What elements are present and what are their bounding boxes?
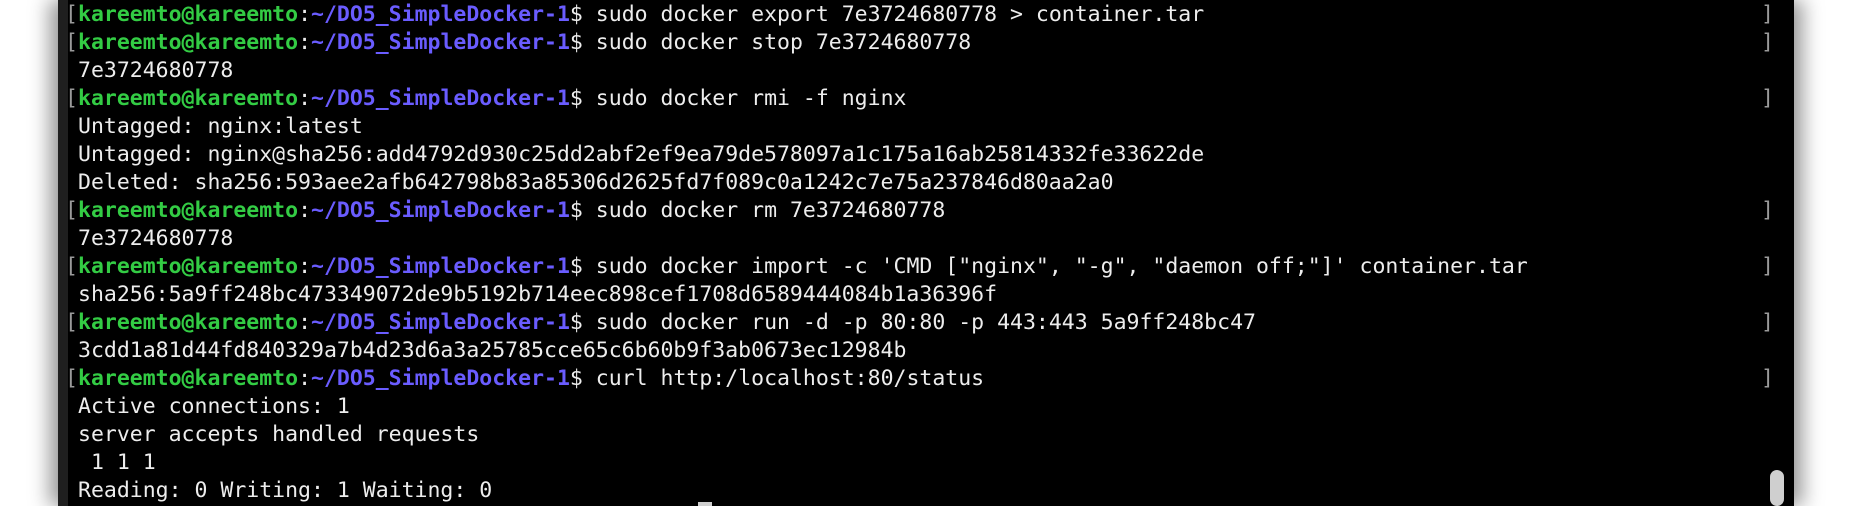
mark-bracket-close: ] xyxy=(1761,2,1774,27)
output-line: Untagged: nginx@sha256:add4792d930c25dd2… xyxy=(78,141,1774,169)
output-text: 7e3724680778 xyxy=(78,226,234,251)
command-text: sudo docker export 7e3724680778 > contai… xyxy=(582,2,1205,27)
prompt-user: kareemto@kareemto xyxy=(78,198,299,223)
prompt-dollar: $ xyxy=(569,254,583,279)
output-text: server accepts handled requests xyxy=(78,422,480,447)
mark-bracket-open: [ xyxy=(65,198,78,223)
prompt-user: kareemto@kareemto xyxy=(78,2,299,27)
mark-bracket-open: [ xyxy=(65,30,78,55)
command-text: sudo docker import -c 'CMD ["nginx", "-g… xyxy=(582,254,1528,279)
prompt-dollar: $ xyxy=(569,366,583,391)
prompt-path: ~/DO5_SimpleDocker-1 xyxy=(311,366,570,391)
mark-bracket-close: ] xyxy=(1761,366,1774,391)
mark-bracket-open: [ xyxy=(65,366,78,391)
prompt-path: ~/DO5_SimpleDocker-1 xyxy=(311,254,570,279)
prompt-colon: : xyxy=(298,2,312,27)
output-line: Untagged: nginx:latest xyxy=(78,113,1774,141)
prompt-dollar: $ xyxy=(569,30,583,55)
prompt-line: [kareemto@kareemto:~/DO5_SimpleDocker-1$… xyxy=(65,1,1774,29)
command-text: sudo docker rmi -f nginx xyxy=(582,86,907,111)
output-line: server accepts handled requests xyxy=(78,421,1774,449)
prompt-path: ~/DO5_SimpleDocker-1 xyxy=(311,310,570,335)
command-text: sudo docker run -d -p 80:80 -p 443:443 5… xyxy=(582,310,1256,335)
prompt-dollar: $ xyxy=(569,310,583,335)
prompt-line: [kareemto@kareemto:~/DO5_SimpleDocker-1$… xyxy=(65,309,1774,337)
output-line: Reading: 0 Writing: 1 Waiting: 0 xyxy=(78,477,1774,505)
output-text: 3cdd1a81d44fd840329a7b4d23d6a3a25785cce6… xyxy=(78,338,907,363)
output-text: Untagged: nginx@sha256:add4792d930c25dd2… xyxy=(78,142,1205,167)
prompt-colon: : xyxy=(298,310,312,335)
prompt-colon: : xyxy=(298,366,312,391)
prompt-user: kareemto@kareemto xyxy=(78,86,299,111)
prompt-line: [kareemto@kareemto:~/DO5_SimpleDocker-1$… xyxy=(65,197,1774,225)
mark-bracket-close: ] xyxy=(1761,310,1774,335)
prompt-colon: : xyxy=(298,254,312,279)
mark-bracket-close: ] xyxy=(1761,30,1774,55)
output-text: Active connections: 1 xyxy=(78,394,350,419)
output-text: Reading: 0 Writing: 1 Waiting: 0 xyxy=(78,478,493,503)
output-line: sha256:5a9ff248bc473349072de9b5192b714ee… xyxy=(78,281,1774,309)
prompt-path: ~/DO5_SimpleDocker-1 xyxy=(311,2,570,27)
prompt-path: ~/DO5_SimpleDocker-1 xyxy=(311,30,570,55)
mark-bracket-close: ] xyxy=(1761,254,1774,279)
output-line: Active connections: 1 xyxy=(78,393,1774,421)
output-text: sha256:5a9ff248bc473349072de9b5192b714ee… xyxy=(78,282,998,307)
output-text: Deleted: sha256:593aee2afb642798b83a8530… xyxy=(78,170,1114,195)
output-line: 7e3724680778 xyxy=(78,225,1774,253)
terminal-output[interactable]: [kareemto@kareemto:~/DO5_SimpleDocker-1$… xyxy=(65,1,1774,505)
cursor-marker xyxy=(698,502,712,506)
output-text: 7e3724680778 xyxy=(78,58,234,83)
prompt-line: [kareemto@kareemto:~/DO5_SimpleDocker-1$… xyxy=(65,253,1774,281)
prompt-colon: : xyxy=(298,86,312,111)
output-line: 1 1 1 xyxy=(78,449,1774,477)
output-line: Deleted: sha256:593aee2afb642798b83a8530… xyxy=(78,169,1774,197)
prompt-user: kareemto@kareemto xyxy=(78,254,299,279)
output-text: 1 1 1 xyxy=(78,450,156,475)
scrollbar-thumb[interactable] xyxy=(1770,470,1784,506)
mark-bracket-close: ] xyxy=(1761,198,1774,223)
output-line: 3cdd1a81d44fd840329a7b4d23d6a3a25785cce6… xyxy=(78,337,1774,365)
prompt-line: [kareemto@kareemto:~/DO5_SimpleDocker-1$… xyxy=(65,365,1774,393)
output-text: Untagged: nginx:latest xyxy=(78,114,363,139)
mark-bracket-open: [ xyxy=(65,310,78,335)
prompt-dollar: $ xyxy=(569,86,583,111)
prompt-user: kareemto@kareemto xyxy=(78,366,299,391)
mark-bracket-close: ] xyxy=(1761,86,1774,111)
terminal-window[interactable]: [kareemto@kareemto:~/DO5_SimpleDocker-1$… xyxy=(58,0,1794,506)
prompt-line: [kareemto@kareemto:~/DO5_SimpleDocker-1$… xyxy=(65,29,1774,57)
command-text: curl http:/localhost:80/status xyxy=(582,366,985,391)
command-text: sudo docker rm 7e3724680778 xyxy=(582,198,946,223)
mark-bracket-open: [ xyxy=(65,254,78,279)
prompt-user: kareemto@kareemto xyxy=(78,310,299,335)
prompt-colon: : xyxy=(298,30,312,55)
command-text: sudo docker stop 7e3724680778 xyxy=(582,30,972,55)
prompt-dollar: $ xyxy=(569,2,583,27)
output-line: 7e3724680778 xyxy=(78,57,1774,85)
prompt-path: ~/DO5_SimpleDocker-1 xyxy=(311,86,570,111)
prompt-dollar: $ xyxy=(569,198,583,223)
prompt-colon: : xyxy=(298,198,312,223)
prompt-line: [kareemto@kareemto:~/DO5_SimpleDocker-1$… xyxy=(65,85,1774,113)
mark-bracket-open: [ xyxy=(65,2,78,27)
prompt-user: kareemto@kareemto xyxy=(78,30,299,55)
prompt-path: ~/DO5_SimpleDocker-1 xyxy=(311,198,570,223)
mark-bracket-open: [ xyxy=(65,86,78,111)
